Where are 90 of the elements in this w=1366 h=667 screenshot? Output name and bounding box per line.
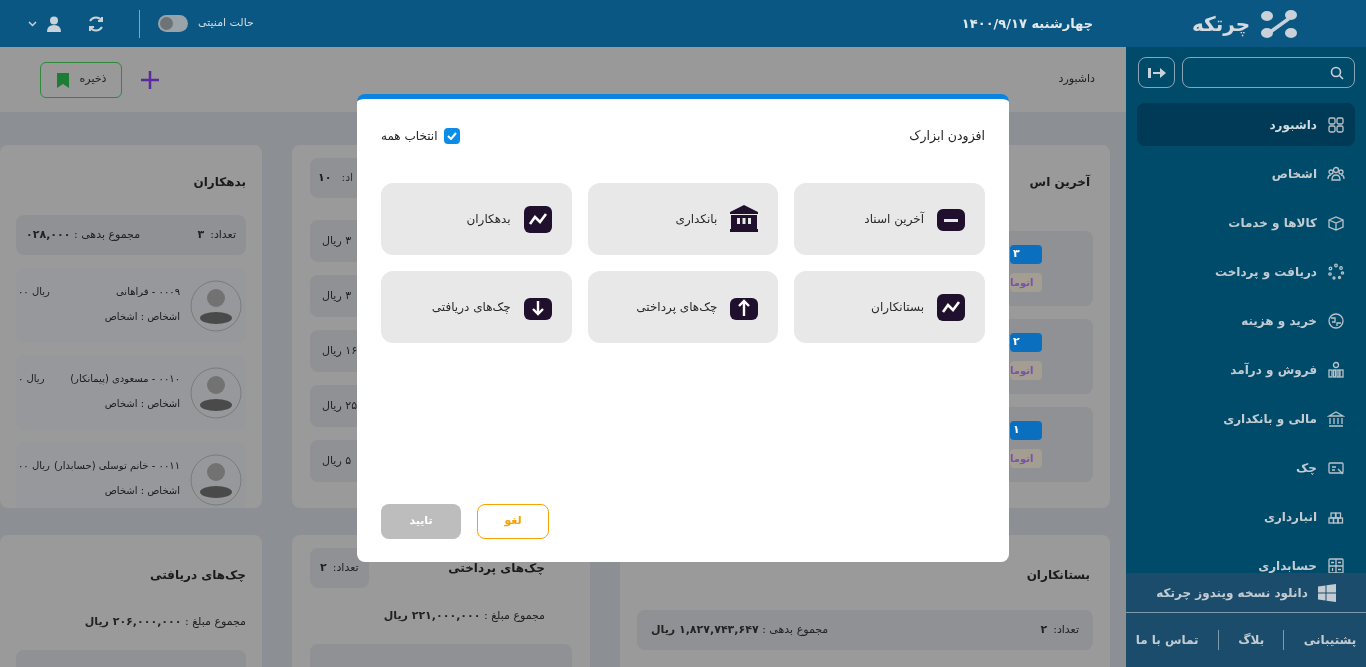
refresh-icon[interactable]	[87, 14, 105, 33]
amount-text: ریال ۰۰	[18, 459, 50, 473]
count-label: اد:	[341, 169, 354, 186]
status-tag: اتوما	[1010, 449, 1042, 468]
sidebar-item[interactable]: داشبورد	[1137, 103, 1355, 146]
sidebar-item[interactable]: اشخاص	[1137, 152, 1355, 195]
sidebar-item[interactable]: خرید و هزینه	[1137, 299, 1355, 342]
plus-icon[interactable]	[140, 69, 160, 90]
person-group: اشخاص : اشخاص	[104, 485, 180, 496]
card-title: چک‌های پرداختی	[448, 560, 545, 577]
amount-text: ریال ۰۰	[18, 285, 50, 299]
sidebar-item[interactable]: انبارداری	[1137, 495, 1355, 538]
select-all-checkbox[interactable]: انتخاب همه	[381, 127, 460, 146]
sidebar-item[interactable]: فروش و درآمد	[1137, 348, 1355, 391]
chart-icon	[936, 291, 966, 322]
chart-icon	[522, 203, 553, 234]
number-badge: ۲	[1010, 333, 1042, 352]
caret-icon[interactable]	[28, 20, 37, 27]
footer-link[interactable]: تماس با ما	[1135, 631, 1199, 649]
widget-tile[interactable]: بستانکاران	[794, 270, 985, 343]
count-label: تعداد:	[332, 559, 359, 576]
avatar-icon	[190, 366, 242, 419]
sidebar-item[interactable]: کالاها و خدمات	[1137, 201, 1355, 244]
menu-icon	[1327, 115, 1345, 134]
bookmark-icon	[55, 71, 70, 88]
logo-text: چرتکه	[1191, 10, 1251, 39]
avatar-icon	[190, 279, 242, 332]
search-field[interactable]	[1182, 57, 1355, 88]
menu-icon	[1327, 409, 1345, 428]
amount-text: ۱۶ ریال	[322, 342, 358, 359]
security-mode-label: حالت امنیتی	[198, 15, 254, 32]
save-button[interactable]: ذخیره	[40, 61, 122, 98]
person-name: ۰۰۰۹ - فراهانی	[116, 285, 180, 299]
person-group: اشخاص : اشخاص	[104, 311, 180, 322]
widget-tile[interactable]: چک‌های پرداختی	[587, 270, 779, 343]
person-name: ۰۰۱۰ - مسعودی (پیمانکار)	[70, 372, 180, 386]
count-value: ۱۰	[318, 169, 332, 186]
date-text: چهارشنبه ۱۴۰۰/۹/۱۷	[961, 14, 1093, 33]
status-tag: اتوما	[1010, 273, 1042, 292]
sidebar-item[interactable]: چک	[1137, 446, 1355, 489]
download-button[interactable]: دانلود نسخه ویندوز چرتکه	[1126, 573, 1366, 612]
number-badge: ۳	[1010, 245, 1042, 264]
dialog-title: افزودن ابزارک	[909, 127, 985, 146]
toggle-switch[interactable]	[158, 15, 188, 32]
count-value: ۲	[320, 559, 327, 576]
number-badge: ۱	[1010, 421, 1042, 440]
menu-icon	[1327, 360, 1345, 379]
footer-link[interactable]: پشتیبانی	[1303, 631, 1357, 649]
person-name: ۰۰۱۱ - خانم توسلی (حسابدار)	[53, 459, 180, 473]
total-text: مجموع بدهی : ۰۲۸,۰۰۰	[26, 226, 141, 243]
count-label: تعداد:	[210, 226, 236, 243]
avatar-icon	[190, 453, 242, 506]
card-title: چک‌های دریافتی	[150, 568, 246, 582]
widget-tile[interactable]: بدهکاران	[381, 182, 572, 255]
amount-text: ۳ ریال	[322, 287, 352, 304]
total-text: مجموع مبلغ : ۲۰۶,۰۰۰,۰۰۰ ریال	[84, 615, 246, 628]
footer-link[interactable]: بلاگ	[1238, 631, 1265, 649]
total-text: مجموع بدهی : ۱,۸۲۷,۷۴۳,۶۴۷ ریال	[651, 621, 829, 638]
card-title: آخرین اس	[1029, 175, 1090, 189]
amount-text: ۵ ریال	[322, 452, 352, 469]
sidebar-item[interactable]: دریافت و پرداخت	[1137, 250, 1355, 293]
status-tag: اتوما	[1010, 361, 1042, 380]
arrow-icon	[1146, 66, 1167, 79]
count-label: تعداد:	[1053, 621, 1079, 638]
menu-icon	[1327, 556, 1345, 573]
count-value: ۳	[197, 226, 205, 243]
card-title: بدهکاران	[193, 175, 246, 189]
menu-icon	[1327, 311, 1345, 330]
amount-text: ۲۵ ریال	[322, 397, 358, 414]
search-icon	[1330, 65, 1344, 80]
total-text: مجموع مبلغ : ۲۲۱,۰۰۰,۰۰۰ ریال	[383, 609, 545, 622]
amount-text: ۳ ریال	[322, 232, 352, 249]
count-value: ۲	[1040, 621, 1048, 638]
sidebar-item[interactable]: مالی و بانکداری	[1137, 397, 1355, 440]
widget-tile[interactable]: چک‌های دریافتی	[381, 270, 572, 343]
checkmark-icon	[446, 132, 457, 141]
card-title: بستانکاران	[1026, 568, 1090, 582]
amount-text: ریال ۰	[18, 372, 45, 386]
breadcrumb: داشبورد	[1058, 71, 1095, 88]
widget-tile[interactable]: بانکداری	[587, 182, 779, 255]
widget-tile[interactable]: آخرین اسناد	[794, 182, 985, 255]
logout-button[interactable]	[1138, 57, 1175, 88]
menu-icon	[1327, 262, 1345, 281]
menu-icon	[1327, 213, 1345, 232]
user-icon[interactable]	[47, 15, 61, 32]
sidebar-item[interactable]: حسابداری	[1137, 544, 1355, 573]
menu-icon	[1327, 164, 1345, 183]
bank-icon	[729, 203, 760, 234]
person-group: اشخاص : اشخاص	[104, 398, 180, 409]
windows-icon	[1317, 583, 1336, 602]
